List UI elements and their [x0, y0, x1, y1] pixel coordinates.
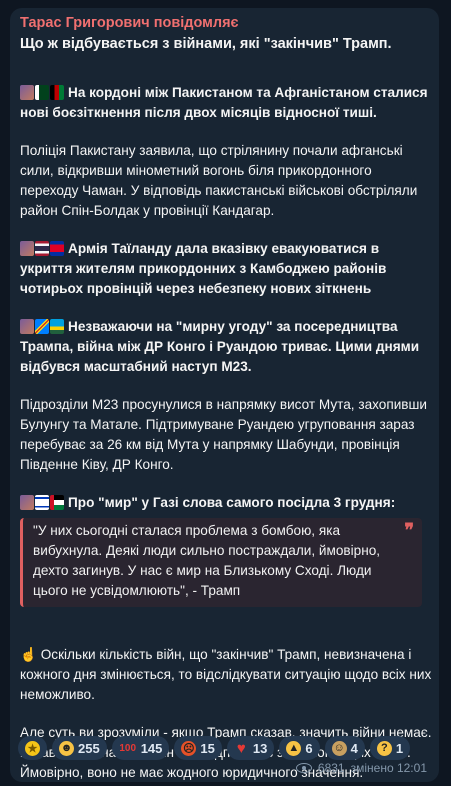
flag-icons [20, 495, 64, 510]
section-thailand-headline: Армія Таїланду дала вказівку евакуюватис… [20, 241, 387, 296]
rofl-icon: ☻ [59, 740, 74, 756]
section-pakistan-body: Поліція Пакистану заявила, що стрілянину… [20, 143, 418, 218]
message-title: Що ж відбувається з війнами, які "закінч… [20, 36, 392, 52]
edited-time: змінено 12:01 [350, 761, 427, 775]
reactions-bar: ★ ☻ 255 100 145 ☹ 15 ♥ 13 ▲ 6 ☺ 4 ? 1 [18, 736, 411, 760]
message-content: Тарас Григорович повідомляє Що ж відбува… [20, 14, 432, 783]
section-congo-headline: Незважаючи на "мирну угоду" за посередни… [20, 319, 420, 374]
hundred-icon: 100 [119, 742, 137, 754]
section-congo-body: Підрозділи М23 просунулися в напрямку ви… [20, 397, 428, 472]
flag-collage-icon [20, 319, 34, 334]
thinking-face-icon: ? [376, 740, 392, 756]
flag-collage-icon [20, 85, 34, 100]
flag-icons [20, 85, 64, 100]
reaction-thinking[interactable]: ? 1 [369, 736, 411, 760]
reaction-star[interactable]: ★ [18, 736, 47, 760]
palestine-flag-icon [50, 495, 64, 510]
message-meta: 6831 змінено 12:01 [295, 761, 427, 775]
quote-block: "У них сьогодні сталася проблема з бомбо… [20, 518, 422, 607]
cambodia-flag-icon [50, 241, 64, 256]
sender-name[interactable]: Тарас Григорович повідомляє [20, 14, 432, 32]
quote-icon: ❞ [404, 520, 414, 540]
pakistan-flag-icon [35, 85, 49, 100]
reaction-thumbs-up[interactable]: ▲ 6 [279, 736, 320, 760]
thumbs-up-icon: ▲ [286, 740, 302, 756]
israel-flag-icon [35, 495, 49, 510]
reaction-angry[interactable]: ☹ 15 [174, 736, 222, 760]
closing-paragraph-1: ☝ Оскільки кількість війн, що "закінчив"… [20, 647, 432, 702]
eye-icon [295, 763, 312, 773]
section-gaza-headline: Про "мир" у Газі слова самого посідла 3 … [20, 493, 432, 513]
reaction-rofl[interactable]: ☻ 255 [52, 736, 107, 760]
reaction-hundred[interactable]: 100 145 [111, 736, 170, 760]
flag-icons [20, 241, 64, 256]
reaction-cowboy[interactable]: ☺ 4 [324, 736, 365, 760]
section-pakistan-headline: На кордоні між Пакистаном та Афганістано… [20, 85, 428, 120]
thailand-flag-icon [35, 241, 49, 256]
flag-collage-icon [20, 495, 34, 510]
reaction-heart[interactable]: ♥ 13 [226, 736, 275, 760]
flag-collage-icon [20, 241, 34, 256]
cowboy-face-icon: ☺ [331, 740, 347, 756]
heart-icon: ♥ [236, 739, 246, 757]
dr-congo-flag-icon [35, 319, 49, 334]
pointing-finger-icon: ☝ [20, 647, 37, 662]
view-count: 6831 [317, 761, 345, 775]
angry-face-icon: ☹ [181, 740, 197, 756]
rwanda-flag-icon [50, 319, 64, 334]
star-icon: ★ [25, 740, 40, 756]
quote-text: "У них сьогодні сталася проблема з бомбо… [33, 523, 381, 598]
afghanistan-flag-icon [50, 85, 64, 100]
flag-icons [20, 319, 64, 334]
